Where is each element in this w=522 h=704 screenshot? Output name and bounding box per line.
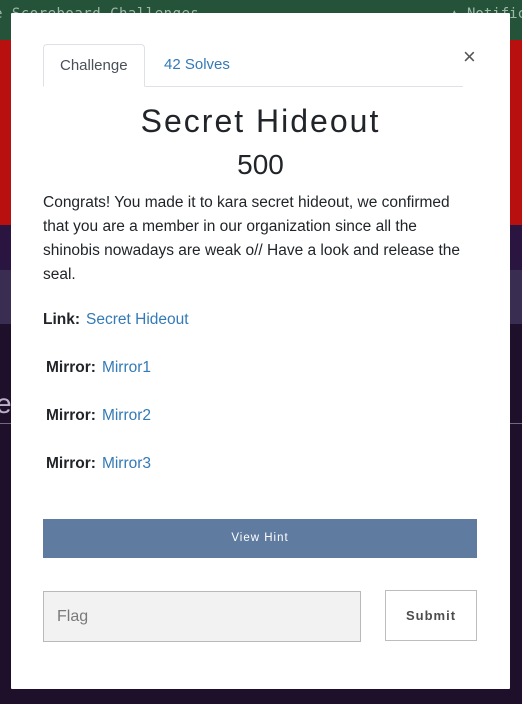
- mirror-label: Mirror:: [46, 407, 96, 424]
- challenge-title: Secret Hideout: [140, 103, 381, 139]
- challenge-modal: × Challenge 42 Solves Secret Hideout 500…: [11, 13, 510, 689]
- submit-button[interactable]: Submit: [385, 590, 477, 641]
- tab-challenge[interactable]: Challenge: [43, 44, 145, 87]
- link-row-mirror2: Mirror: Mirror2: [46, 407, 151, 425]
- link-row-mirror1: Mirror: Mirror1: [46, 359, 151, 377]
- challenge-description: Congrats! You made it to kara secret hid…: [43, 194, 461, 283]
- link-label: Link:: [43, 311, 81, 328]
- mirror1-link[interactable]: Mirror1: [102, 359, 151, 376]
- link-row-mirror3: Mirror: Mirror3: [46, 455, 151, 473]
- mirror3-link[interactable]: Mirror3: [102, 455, 151, 472]
- secret-hideout-link[interactable]: Secret Hideout: [86, 311, 189, 328]
- modal-tabs: Challenge 42 Solves: [43, 44, 463, 87]
- tab-solves[interactable]: 42 Solves: [148, 44, 246, 86]
- mirror2-link[interactable]: Mirror2: [102, 407, 151, 424]
- background-heading-fragment: e: [0, 388, 12, 419]
- view-hint-button[interactable]: View Hint: [43, 519, 477, 558]
- challenge-points: 500: [237, 149, 284, 180]
- link-row-main: Link: Secret Hideout: [43, 311, 189, 329]
- mirror-label: Mirror:: [46, 455, 96, 472]
- flag-input[interactable]: [43, 591, 361, 642]
- close-button[interactable]: ×: [463, 46, 476, 68]
- mirror-label: Mirror:: [46, 359, 96, 376]
